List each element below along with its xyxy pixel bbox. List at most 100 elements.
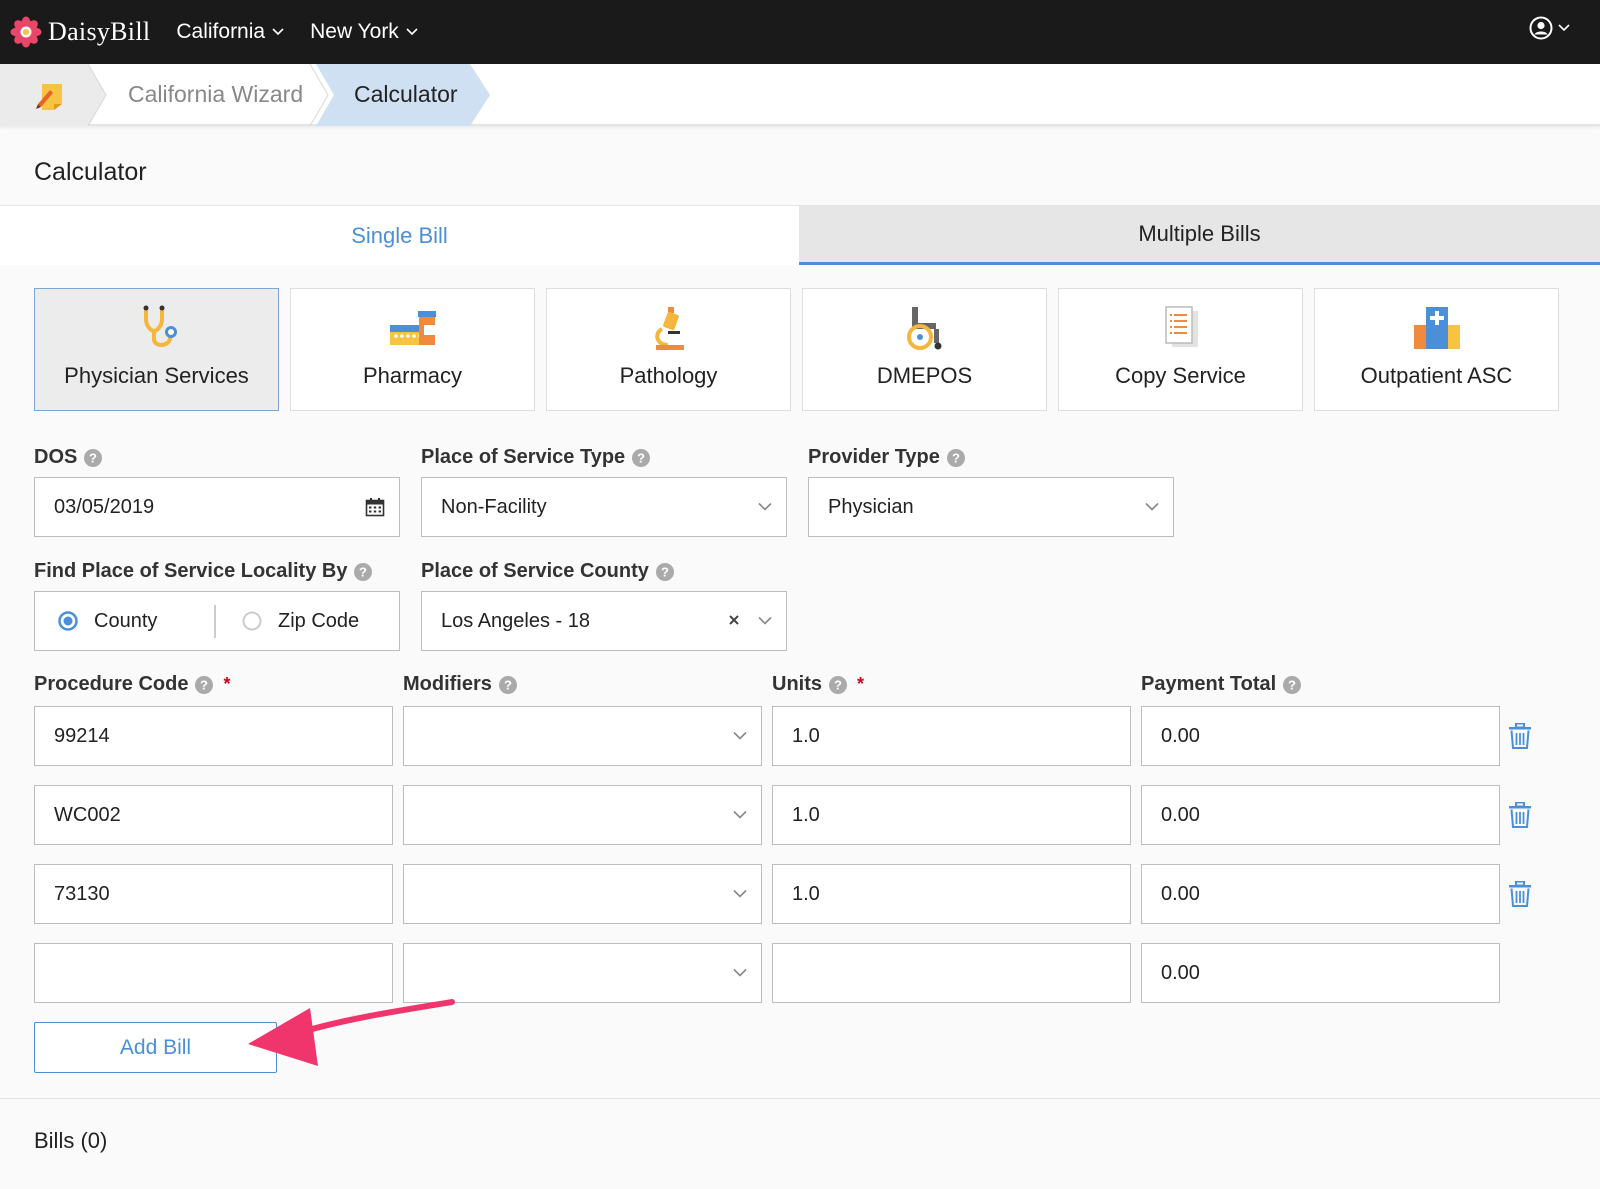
user-menu[interactable] bbox=[1529, 16, 1570, 40]
county-value: Los Angeles - 18 bbox=[441, 609, 590, 632]
nav-menu-new-york[interactable]: New York bbox=[310, 20, 418, 44]
payment-total-value: 0.00 bbox=[1161, 961, 1200, 984]
help-icon[interactable]: ? bbox=[655, 562, 674, 581]
svg-text:?: ? bbox=[661, 564, 669, 579]
nav-menu-label: New York bbox=[310, 20, 399, 43]
radio-separator bbox=[214, 605, 216, 638]
bills-count: Bills (0) bbox=[34, 1128, 108, 1153]
service-card-label: Copy Service bbox=[1115, 363, 1246, 388]
service-card-label: Physician Services bbox=[64, 363, 249, 388]
units-input[interactable] bbox=[772, 943, 1131, 1003]
svg-text:?: ? bbox=[201, 677, 209, 692]
units-input[interactable]: 1.0 bbox=[772, 785, 1131, 845]
service-card-pathology[interactable]: Pathology bbox=[546, 288, 791, 411]
chevron-down-icon bbox=[758, 616, 772, 625]
payment-total-field[interactable]: 0.00 bbox=[1141, 864, 1500, 924]
stethoscope-icon bbox=[143, 305, 177, 347]
provider-type-value: Physician bbox=[828, 495, 914, 518]
radio-zip-code[interactable]: Zip Code bbox=[242, 592, 359, 650]
breadcrumb-item-california-wizard[interactable]: California Wizard bbox=[128, 81, 303, 108]
calendar-icon[interactable] bbox=[365, 497, 385, 517]
wheelchair-icon bbox=[906, 307, 941, 350]
nav-menu-california[interactable]: California bbox=[176, 20, 284, 44]
place-of-service-type-select[interactable]: Non-Facility bbox=[421, 477, 787, 537]
units-label-text: Units bbox=[772, 673, 822, 695]
provider-type-label-text: Provider Type bbox=[808, 446, 940, 468]
radio-county[interactable]: County bbox=[58, 592, 157, 650]
payment-total-value: 0.00 bbox=[1161, 803, 1200, 826]
brand[interactable]: DaisyBill bbox=[10, 16, 150, 48]
units-value: 1.0 bbox=[792, 803, 820, 826]
chevron-down-icon bbox=[272, 28, 284, 36]
radio-county-label: County bbox=[94, 609, 158, 632]
service-card-pharmacy[interactable]: Pharmacy bbox=[290, 288, 535, 411]
chevron-down-icon bbox=[758, 502, 772, 511]
document-icon bbox=[1164, 306, 1198, 347]
units-value: 1.0 bbox=[792, 724, 820, 747]
service-card-physician-services[interactable]: Physician Services bbox=[34, 288, 279, 411]
trash-icon[interactable] bbox=[1508, 802, 1532, 828]
modifiers-select[interactable] bbox=[403, 706, 762, 766]
payment-total-field[interactable]: 0.00 bbox=[1141, 785, 1500, 845]
radio-selected-icon bbox=[58, 611, 78, 631]
payment-total-field[interactable]: 0.00 bbox=[1141, 706, 1500, 766]
units-input[interactable]: 1.0 bbox=[772, 864, 1131, 924]
service-card-dmepos[interactable]: DMEPOS bbox=[802, 288, 1047, 411]
payment-total-value: 0.00 bbox=[1161, 724, 1200, 747]
svg-text:?: ? bbox=[834, 677, 842, 692]
place-of-service-county-label: Place of Service County ? bbox=[421, 560, 674, 583]
modifiers-label: Modifiers ? bbox=[403, 673, 517, 696]
dos-date-input[interactable]: 03/05/2019 bbox=[34, 477, 400, 537]
dos-label: DOS ? bbox=[34, 446, 103, 469]
chevron-down-icon bbox=[733, 810, 747, 819]
procedure-code-value: 73130 bbox=[54, 882, 110, 905]
chevron-down-icon bbox=[406, 28, 418, 36]
modifiers-select[interactable] bbox=[403, 864, 762, 924]
payment-total-label: Payment Total ? bbox=[1141, 673, 1302, 696]
procedure-code-input[interactable]: 99214 bbox=[34, 706, 393, 766]
svg-text:?: ? bbox=[89, 450, 97, 465]
payment-total-field[interactable]: 0.00 bbox=[1141, 943, 1500, 1003]
tab-multiple-bills[interactable]: Multiple Bills bbox=[799, 206, 1600, 265]
modifiers-select[interactable] bbox=[403, 785, 762, 845]
service-card-label: Pharmacy bbox=[362, 363, 463, 388]
help-icon[interactable]: ? bbox=[498, 675, 517, 694]
provider-type-label: Provider Type ? bbox=[808, 446, 965, 469]
units-input[interactable]: 1.0 bbox=[772, 706, 1131, 766]
units-value: 1.0 bbox=[792, 882, 820, 905]
help-icon[interactable]: ? bbox=[946, 448, 965, 467]
top-navbar: DaisyBill California New York bbox=[0, 0, 1600, 64]
dos-value: 03/05/2019 bbox=[54, 495, 155, 518]
provider-type-select[interactable]: Physician bbox=[808, 477, 1174, 537]
clear-icon[interactable] bbox=[728, 614, 740, 626]
breadcrumb: California Wizard Calculator bbox=[0, 64, 1600, 126]
microscope-icon bbox=[654, 307, 684, 350]
svg-text:?: ? bbox=[504, 677, 512, 692]
help-icon[interactable]: ? bbox=[829, 675, 847, 694]
procedure-code-value: 99214 bbox=[54, 724, 110, 747]
procedure-code-input[interactable]: 73130 bbox=[34, 864, 393, 924]
units-label: Units ? * bbox=[772, 673, 864, 696]
section-divider bbox=[0, 1098, 1600, 1099]
svg-text:?: ? bbox=[1288, 677, 1296, 692]
help-icon[interactable]: ? bbox=[354, 562, 373, 581]
notepad-home-icon[interactable] bbox=[34, 78, 68, 112]
hospital-icon bbox=[1413, 307, 1460, 349]
required-marker: * bbox=[857, 674, 865, 694]
service-card-copy-service[interactable]: Copy Service bbox=[1058, 288, 1303, 411]
tab-single-bill[interactable]: Single Bill bbox=[0, 206, 799, 265]
help-icon[interactable]: ? bbox=[1283, 675, 1302, 694]
help-icon[interactable]: ? bbox=[632, 448, 651, 467]
place-of-service-type-label: Place of Service Type ? bbox=[421, 446, 651, 469]
help-icon[interactable]: ? bbox=[195, 675, 214, 694]
trash-icon[interactable] bbox=[1508, 881, 1532, 907]
chevron-down-icon bbox=[733, 731, 747, 740]
help-icon[interactable]: ? bbox=[84, 448, 103, 467]
service-card-outpatient-asc[interactable]: Outpatient ASC bbox=[1314, 288, 1559, 411]
place-of-service-county-select[interactable]: Los Angeles - 18 bbox=[421, 591, 787, 651]
chevron-down-icon bbox=[1145, 502, 1159, 511]
locality-by-label-text: Find Place of Service Locality By bbox=[34, 560, 348, 582]
procedure-code-input[interactable]: WC002 bbox=[34, 785, 393, 845]
procedure-code-label: Procedure Code ? * bbox=[34, 673, 231, 696]
trash-icon[interactable] bbox=[1508, 723, 1532, 749]
